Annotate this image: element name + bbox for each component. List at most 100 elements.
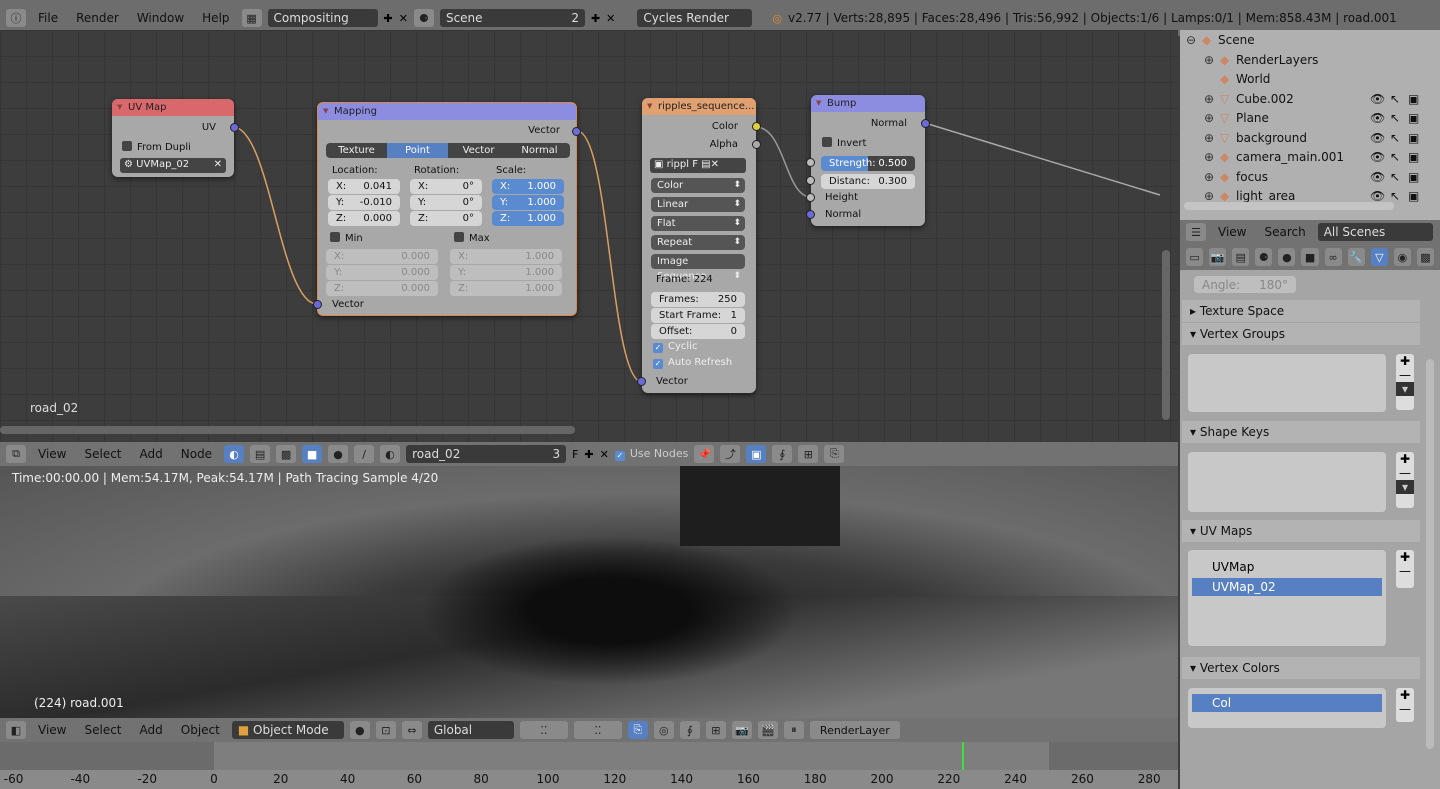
screen-layout-field[interactable]: Compositing: [267, 9, 378, 27]
menu-add[interactable]: Add: [134, 447, 169, 461]
render-icon[interactable]: 📷: [731, 721, 752, 739]
menu-window[interactable]: Window: [131, 11, 190, 25]
rotation-x-field[interactable]: X: 0°: [410, 179, 482, 194]
add-material-icon[interactable]: ✚: [584, 448, 593, 461]
tab-texture[interactable]: Texture: [326, 143, 387, 158]
uv-map-field[interactable]: ⚙ UVMap_02 ✕: [120, 158, 226, 173]
backdrop-icon[interactable]: ▣: [746, 445, 767, 463]
editor-type-icon[interactable]: ◧: [6, 721, 26, 739]
outliner-item[interactable]: ⊖ ◆ Scene: [1180, 33, 1420, 52]
menu-render[interactable]: Render: [70, 11, 125, 25]
alpha-output-socket[interactable]: [752, 140, 761, 149]
current-frame-line[interactable]: [962, 742, 965, 770]
mapping-output-socket[interactable]: [572, 127, 581, 136]
material-field[interactable]: road_02 3: [406, 445, 567, 463]
world-tab-icon[interactable]: ●: [1278, 248, 1296, 266]
expand-icon[interactable]: ⊕: [1204, 111, 1214, 125]
open-image-icon[interactable]: ▤: [701, 159, 710, 170]
max-checkbox[interactable]: Max: [454, 232, 490, 244]
image-option-select[interactable]: Repeat: [651, 235, 745, 250]
image-browse-icon[interactable]: ▣: [654, 159, 667, 170]
expand-icon[interactable]: ⊕: [1204, 131, 1214, 145]
shading-icon[interactable]: ●: [349, 721, 370, 739]
render-layers-tab-icon[interactable]: ▤: [1232, 248, 1250, 266]
render-engine-select[interactable]: Cycles Render: [637, 9, 753, 27]
remove-icon[interactable]: —: [1396, 702, 1414, 716]
outliner-item[interactable]: ⊕ ◆ camera_main.001 👁 ↖ ▣: [1180, 150, 1420, 169]
texture-nodes-icon[interactable]: ▩: [276, 445, 297, 463]
add-screen-icon[interactable]: ✚: [384, 12, 393, 25]
cyclic-checkbox[interactable]: ✓ Cyclic: [653, 341, 697, 353]
object-tab-icon[interactable]: ■: [1301, 248, 1319, 266]
menu-select[interactable]: Select: [78, 723, 127, 737]
panel-uv-maps[interactable]: ▾ UV Maps: [1182, 520, 1420, 542]
properties-scrollbar[interactable]: [1426, 359, 1434, 749]
vertex-groups-list[interactable]: [1188, 354, 1386, 412]
tab-normal[interactable]: Normal: [509, 143, 570, 158]
strength-slider[interactable]: Strength: 0.500: [821, 156, 915, 171]
height-socket[interactable]: [806, 193, 815, 202]
invert-checkbox[interactable]: Invert: [822, 137, 866, 149]
rotation-z-field[interactable]: Z: 0°: [410, 211, 482, 226]
uv-map-item[interactable]: UVMap: [1192, 558, 1382, 576]
outliner-item[interactable]: ⊕ ▽ Cube.002 👁 ↖ ▣: [1180, 92, 1420, 111]
timeline[interactable]: -60 -40 -20 0 20 40 60 80 100 120 140 160 180 200 220 2…: [0, 742, 1178, 789]
pin-icon[interactable]: 📌: [694, 445, 715, 463]
fake-user-button[interactable]: F: [572, 448, 578, 461]
line-style-icon[interactable]: /: [354, 445, 375, 463]
min-z-field[interactable]: Z: 0.000: [326, 281, 438, 296]
menu-view[interactable]: View: [32, 447, 72, 461]
copy-nodes-icon[interactable]: ⎘: [824, 445, 845, 463]
render-layer-field[interactable]: RenderLayer: [809, 721, 900, 739]
snap-icon[interactable]: ∮: [772, 445, 793, 463]
eye-icon[interactable]: 👁: [1370, 92, 1385, 106]
eye-icon[interactable]: 👁: [1370, 170, 1385, 184]
render-icon[interactable]: ▣: [1408, 92, 1419, 106]
image-vector-input-socket[interactable]: [637, 377, 646, 386]
remove-icon[interactable]: —: [1396, 564, 1414, 578]
max-z-field[interactable]: Z: 1.000: [450, 281, 562, 296]
expand-icon[interactable]: ⊕: [1204, 150, 1214, 164]
add-scene-icon[interactable]: ✚: [591, 12, 600, 25]
tab-point[interactable]: Point: [387, 143, 448, 158]
clapper-icon[interactable]: 🎬: [757, 721, 778, 739]
add-icon[interactable]: ✚: [1396, 354, 1414, 368]
outliner-item[interactable]: ⊕ ▽ Plane 👁 ↖ ▣: [1180, 111, 1420, 130]
render-icon[interactable]: ▣: [1408, 111, 1419, 125]
panel-vertex-groups[interactable]: ▾ Vertex Groups: [1182, 323, 1420, 345]
node-editor[interactable]: UV Map UV From Dupli ⚙ UVMap_02 ✕ Mapping…: [0, 30, 1178, 442]
parent-tree-icon[interactable]: ⤴: [720, 445, 741, 463]
delete-scene-icon[interactable]: ✕: [606, 12, 615, 25]
eye-icon[interactable]: 👁: [1370, 189, 1385, 203]
menu-select[interactable]: Select: [78, 447, 127, 461]
material-tab-icon[interactable]: ◉: [1393, 248, 1411, 266]
remove-icon[interactable]: —: [1396, 466, 1414, 480]
material-browse-icon[interactable]: ◐: [380, 445, 401, 463]
properties-editor[interactable]: ▭ 📷 ▤ ⚈ ● ■ ∞ 🔧 ▽ ◉ ▩ Angle: 180° ▸ Texture Space …: [1180, 244, 1440, 789]
rotation-y-field[interactable]: Y: 0°: [410, 195, 482, 210]
from-dupli-checkbox[interactable]: From Dupli: [122, 141, 191, 153]
snap-mode-icon[interactable]: ⊞: [798, 445, 819, 463]
panel-vertex-colors[interactable]: ▾ Vertex Colors: [1182, 657, 1420, 679]
proportional-edit-icon[interactable]: ⎘: [627, 721, 648, 739]
shader-nodes-icon[interactable]: ◐: [224, 445, 245, 463]
unlink-image-icon[interactable]: ✕: [711, 159, 719, 170]
min-x-field[interactable]: X: 0.000: [326, 249, 438, 264]
menu-view[interactable]: View: [32, 723, 72, 737]
cursor-icon[interactable]: ↖: [1390, 170, 1400, 184]
mapping-node[interactable]: Mapping Vector Texture Point Vector Norm…: [313, 102, 581, 316]
delete-screen-icon[interactable]: ✕: [399, 12, 408, 25]
add-icon[interactable]: ✚: [1396, 550, 1414, 564]
frames-field[interactable]: Frames: 250: [651, 292, 745, 307]
expand-icon[interactable]: ⊕: [1204, 170, 1214, 184]
menu-file[interactable]: File: [32, 11, 64, 25]
pivot-icon[interactable]: ⊡: [375, 721, 396, 739]
menu-help[interactable]: Help: [196, 11, 235, 25]
outliner-scrollbar[interactable]: [1184, 202, 1394, 210]
specials-icon[interactable]: ▾: [1396, 382, 1414, 396]
3d-viewport-render[interactable]: Time:00:00.00 | Mem:54.17M, Peak:54.17M …: [0, 466, 1178, 718]
bump-output-socket[interactable]: [921, 119, 930, 128]
distance-socket[interactable]: [806, 176, 815, 185]
compositing-nodes-icon[interactable]: ▤: [250, 445, 271, 463]
menu-object[interactable]: Object: [175, 723, 226, 737]
